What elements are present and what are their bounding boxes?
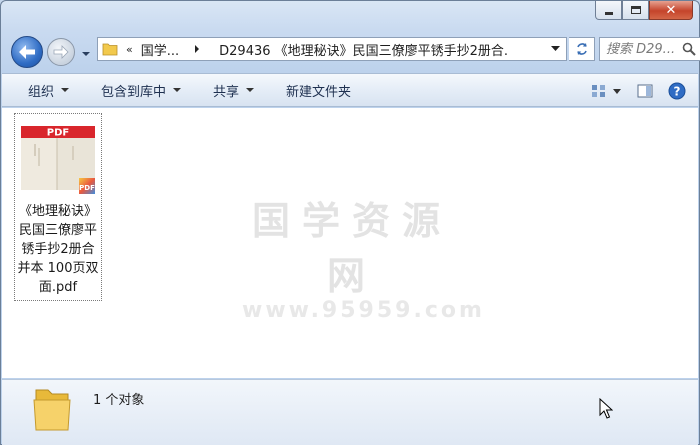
include-in-library-label: 包含到库中 [101,84,167,100]
refresh-button[interactable] [569,37,595,61]
watermark: 国学资源网 www.95959.com [242,190,485,323]
breadcrumb-separator-icon[interactable] [193,44,201,54]
address-dropdown-icon[interactable] [551,46,560,52]
file-name[interactable]: 《地理秘诀》民国三僚廖平锈手抄2册合并本 100页双面.pdf [15,202,101,297]
search-box[interactable] [599,37,700,61]
new-folder-label: 新建文件夹 [286,84,352,100]
svg-text:?: ? [674,85,681,99]
share-label: 共享 [213,84,240,100]
breadcrumb-current[interactable]: D29436 《地理秘诀》民国三僚廖平锈手抄2册合... [219,40,509,59]
recent-pages-button[interactable] [81,47,91,56]
command-bar: 组织 包含到库中 共享 新建文件夹 ? [2,73,698,107]
help-icon: ? [668,82,686,100]
search-icon[interactable] [682,42,696,56]
item-count: 1 个对象 [93,393,145,408]
minimize-button[interactable] [595,1,622,20]
view-controls: ? [578,80,688,102]
breadcrumb-overflow-icon[interactable]: « [126,43,133,56]
mouse-cursor-icon [599,398,613,419]
pdf-header-label: PDF [47,128,69,139]
folder-icon [33,389,71,431]
navigation-bar: « 国学... D29436 《地理秘诀》民国三僚廖平锈手抄2册合... [11,34,700,68]
folder-icon [102,43,118,56]
view-grid-icon [592,85,605,97]
details-pane: 1 个对象 [2,379,698,445]
refresh-icon [576,43,587,55]
close-button[interactable]: ✕ [649,1,693,20]
chevron-down-icon [82,52,90,56]
caption-buttons: ✕ [595,1,693,21]
include-in-library-menu[interactable]: 包含到库中 [89,78,193,102]
back-arrow-icon [19,45,35,59]
caret-down-icon [173,88,182,92]
breadcrumb-root[interactable]: 国学... [141,40,179,59]
maximize-button[interactable] [622,1,649,20]
pdf-file-icon: PDF PDF [21,126,95,200]
back-button[interactable] [11,36,43,68]
new-folder-button[interactable]: 新建文件夹 [274,78,363,102]
help-button[interactable]: ? [666,80,688,102]
address-bar[interactable]: « 国学... D29436 《地理秘诀》民国三僚廖平锈手抄2册合... [97,37,567,61]
watermark-subtitle: www.95959.com [242,298,485,323]
search-input[interactable] [606,41,680,57]
close-icon: ✕ [665,2,677,18]
caret-down-icon [246,88,255,92]
caret-down-icon [613,88,621,94]
forward-arrow-icon [53,45,69,59]
forward-button[interactable] [47,38,75,66]
organize-menu[interactable]: 组织 [16,78,81,102]
explorer-window: ✕ « 国学... D29436 《地理秘诀》民国三僚廖平锈手抄2册合... 搜… [0,0,700,445]
change-view-button[interactable] [588,80,610,102]
file-list-view[interactable]: PDF PDF 《地理秘诀》民国三僚廖平锈手抄2册合并本 100页双面.pdf … [2,108,698,378]
maximize-icon [630,6,641,14]
caret-down-icon [61,88,70,92]
watermark-title: 国学资源网 [251,199,452,298]
share-menu[interactable]: 共享 [201,78,266,102]
file-item[interactable]: PDF PDF 《地理秘诀》民国三僚廖平锈手抄2册合并本 100页双面.pdf [14,113,102,301]
pdf-badge-label: PDF [79,184,95,192]
preview-pane-icon [637,84,653,98]
preview-pane-button[interactable] [634,80,656,102]
minimize-icon [604,11,613,15]
view-options-dropdown[interactable] [610,80,624,102]
organize-label: 组织 [28,84,55,100]
